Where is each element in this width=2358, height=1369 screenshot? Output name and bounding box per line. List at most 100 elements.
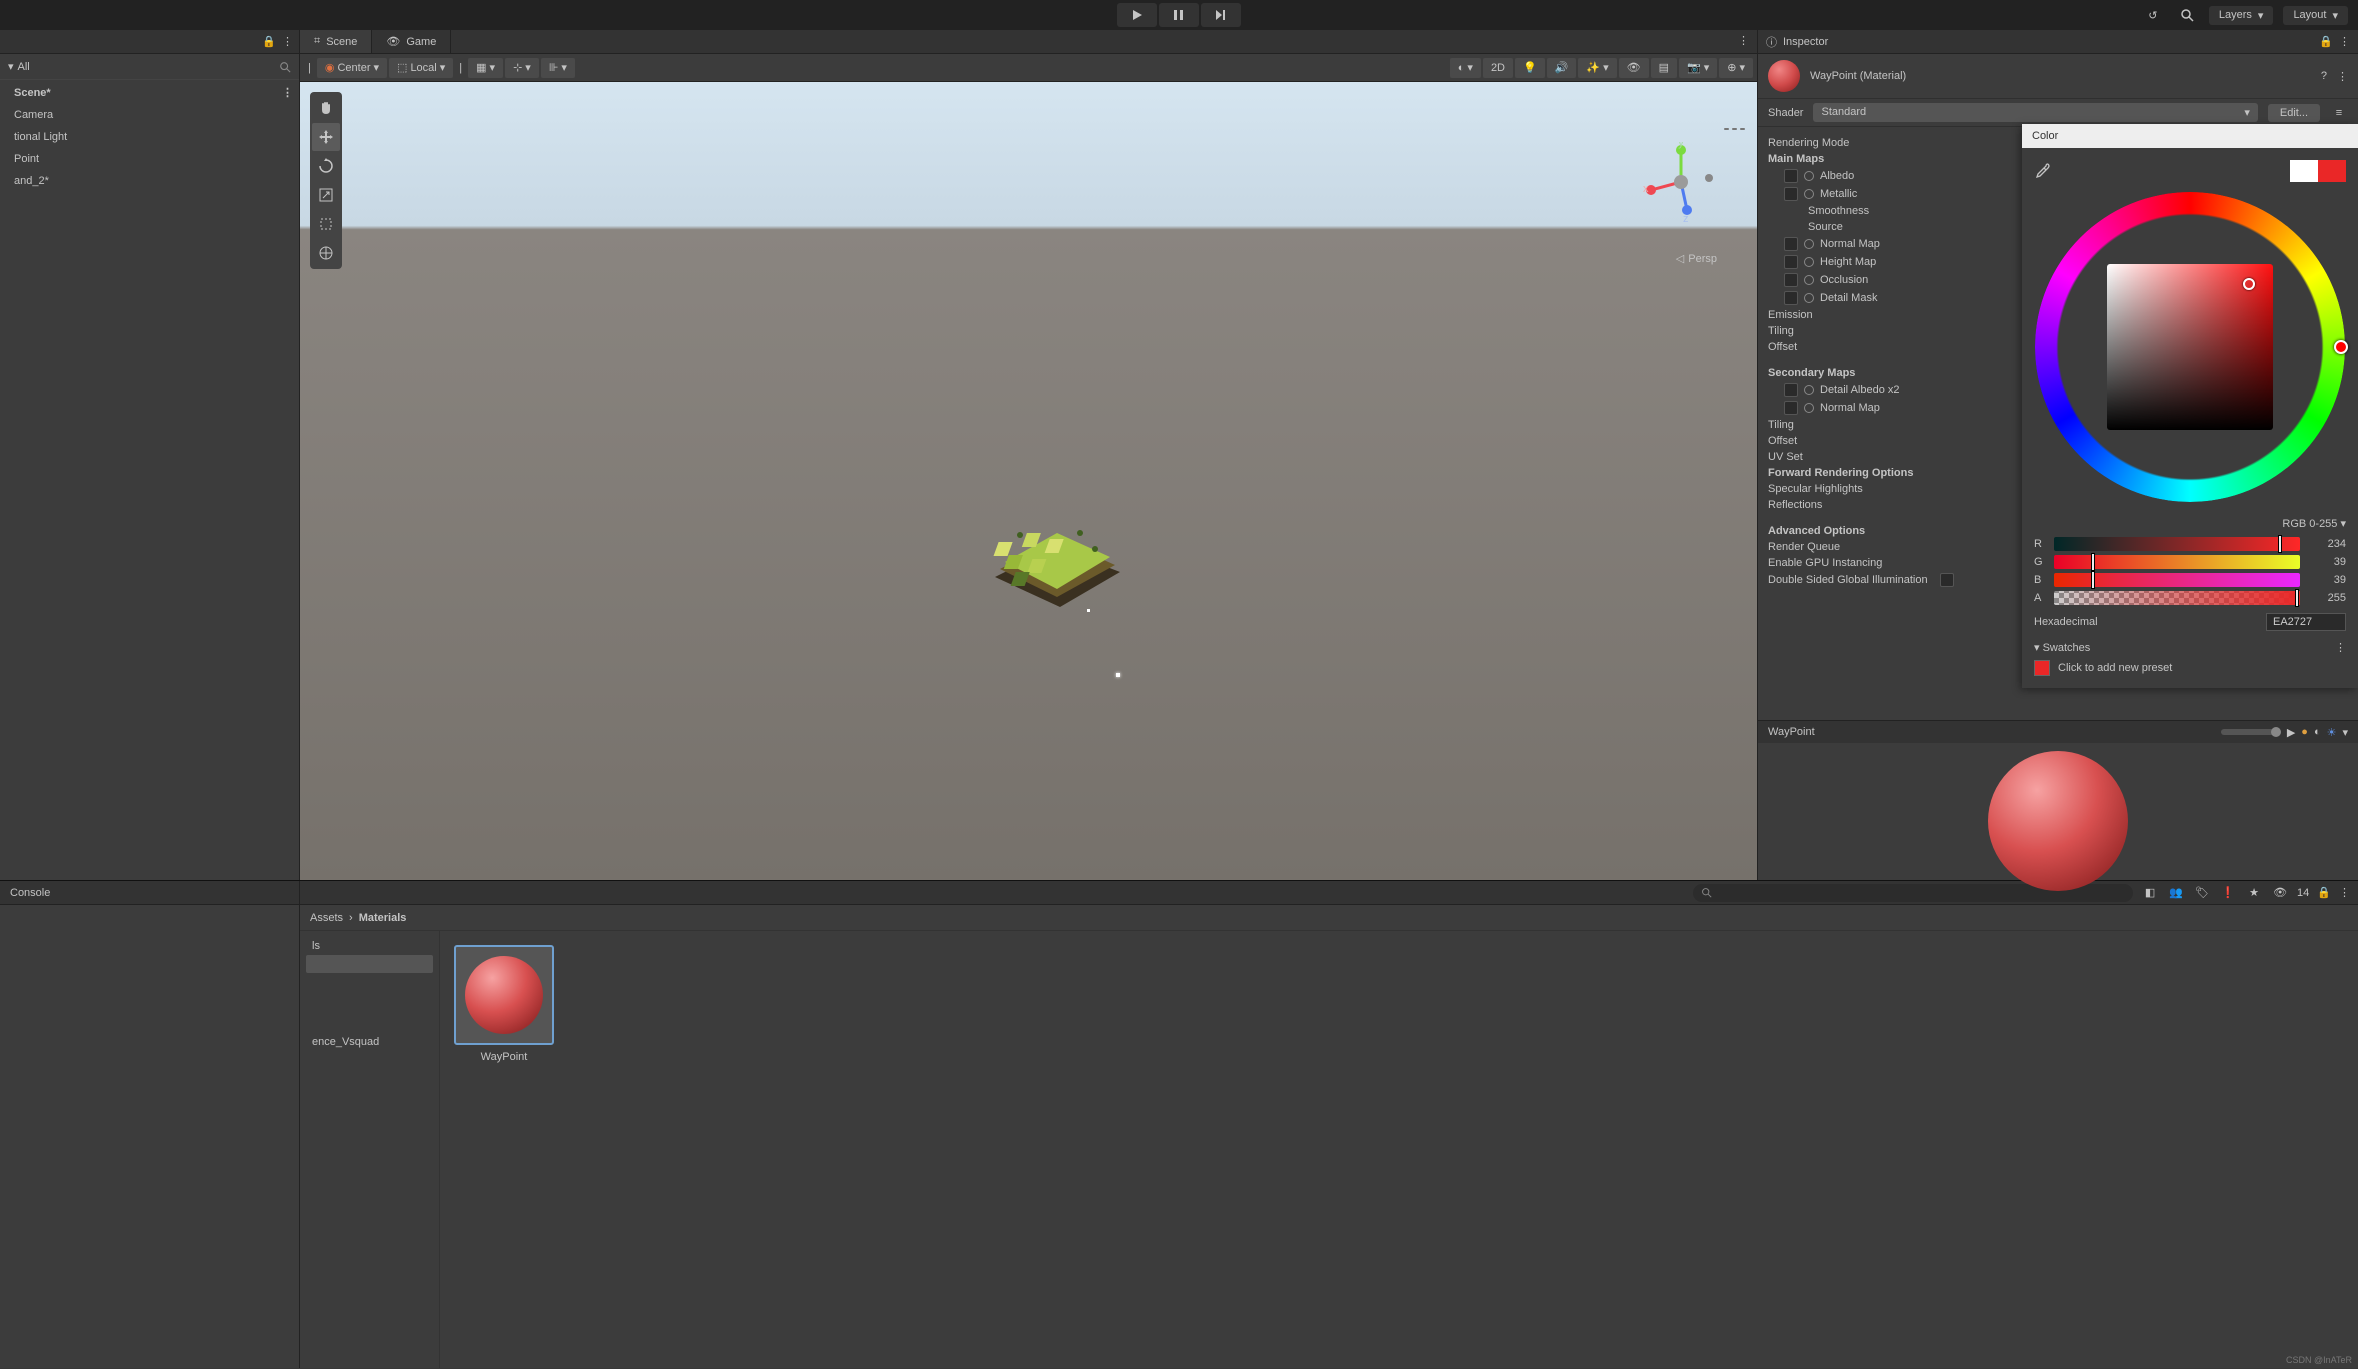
tiling2-row[interactable]: Tiling — [1768, 417, 2058, 433]
b-slider[interactable]: B 39 — [2034, 573, 2346, 587]
breadcrumb-item[interactable]: Assets — [310, 912, 343, 924]
transform-tool[interactable] — [312, 239, 340, 267]
hierarchy-item[interactable]: Camera — [0, 104, 299, 126]
sphere-icon[interactable]: ● — [2301, 726, 2308, 738]
checkbox[interactable] — [1940, 573, 1954, 587]
settings-icon[interactable]: ⋮ — [2337, 70, 2348, 83]
help-icon[interactable]: ? — [2321, 70, 2327, 82]
hidden-toggle[interactable]: 👁 — [1619, 58, 1649, 78]
step-button[interactable] — [1201, 3, 1241, 27]
gpu-instancing-row[interactable]: Enable GPU Instancing — [1768, 555, 2058, 571]
sv-cursor[interactable] — [2243, 278, 2255, 290]
lock-icon[interactable]: 🔒 — [2319, 35, 2333, 48]
folder-item[interactable]: ls — [306, 937, 433, 955]
draw-mode[interactable]: ◐▾ — [1450, 58, 1481, 78]
preview-sphere[interactable] — [1988, 751, 2128, 891]
2d-toggle[interactable]: 2D — [1483, 58, 1513, 78]
orientation-gizmo[interactable]: y x z — [1641, 142, 1721, 222]
preset-icon[interactable]: ≡ — [2330, 104, 2348, 122]
shader-dropdown[interactable]: Standard▾ — [1813, 103, 2257, 122]
fx-toggle[interactable]: ✨▾ — [1578, 58, 1616, 78]
albedo-row[interactable]: Albedo — [1768, 167, 2058, 185]
color-mode-dropdown[interactable]: RGB 0-255 ▾ — [2034, 514, 2346, 533]
filter-label-icon[interactable]: 🏷 — [2193, 884, 2211, 902]
filter-icon[interactable]: ◧ — [2141, 884, 2159, 902]
metallic-row[interactable]: Metallic — [1768, 185, 2058, 203]
offset2-row[interactable]: Offset — [1768, 433, 2058, 449]
texture-slot[interactable] — [1784, 169, 1798, 183]
grid-toggle[interactable]: ▦▾ — [468, 58, 503, 78]
point-light-gizmo[interactable] — [1116, 673, 1120, 677]
console-tab[interactable]: Console — [10, 887, 50, 899]
picker-icon[interactable] — [1804, 171, 1814, 181]
point-gizmo[interactable] — [1087, 609, 1090, 612]
wireframe-icon[interactable]: ◐ — [2314, 726, 2321, 738]
favorite-icon[interactable]: ★ — [2245, 884, 2263, 902]
menu-icon[interactable]: ⋮ — [2339, 35, 2350, 48]
color-wheel[interactable] — [2035, 192, 2345, 502]
layer-vis[interactable]: ▤ — [1651, 58, 1677, 78]
hue-cursor[interactable] — [2334, 340, 2348, 354]
reflections-row[interactable]: Reflections — [1768, 497, 2058, 513]
menu-icon[interactable]: ⋮ — [2335, 641, 2346, 654]
folder-item[interactable] — [306, 955, 433, 973]
filter-type-icon[interactable]: 👥 — [2167, 884, 2185, 902]
hierarchy-item[interactable]: tional Light — [0, 126, 299, 148]
audio-toggle[interactable]: 🔊 — [1547, 58, 1577, 78]
hierarchy-item[interactable]: Scene*⋮ — [0, 82, 299, 104]
hierarchy-item[interactable]: Point — [0, 148, 299, 170]
move-tool[interactable] — [312, 123, 340, 151]
undo-history-icon[interactable]: ↺ — [2141, 3, 2165, 27]
a-slider[interactable]: A 255 — [2034, 591, 2346, 605]
play-button[interactable] — [1117, 3, 1157, 27]
rect-tool[interactable] — [312, 210, 340, 238]
uvset-row[interactable]: UV Set — [1768, 449, 2058, 465]
normal-map-row[interactable]: Normal Map — [1768, 235, 2058, 253]
hierarchy-search[interactable]: ▾ All — [0, 54, 299, 80]
specular-row[interactable]: Specular Highlights — [1768, 481, 2058, 497]
asset-item[interactable]: WayPoint — [454, 945, 554, 1063]
scene-view[interactable]: y x z ◁Persp — [300, 82, 1757, 880]
height-map-row[interactable]: Height Map — [1768, 253, 2058, 271]
tab-game[interactable]: 👁 Game — [372, 30, 451, 53]
pivot-toggle[interactable]: ◉Center▾ — [317, 58, 387, 78]
add-preset-button[interactable]: Click to add new preset — [2034, 660, 2346, 676]
increment-snap[interactable]: ⊪▾ — [541, 58, 575, 78]
snap-toggle[interactable]: ⊹▾ — [505, 58, 539, 78]
lock-icon[interactable]: 🔒 — [262, 35, 276, 48]
emission-row[interactable]: Emission — [1768, 307, 2058, 323]
layout-dropdown[interactable]: Layout▾ — [2283, 6, 2348, 25]
play-preview-icon[interactable]: ▶ — [2287, 726, 2295, 739]
double-sided-row[interactable]: Double Sided Global Illumination — [1768, 571, 2058, 589]
camera-settings[interactable]: 📷▾ — [1679, 58, 1717, 78]
hidden-icon[interactable]: 👁 — [2271, 884, 2289, 902]
foldout-icon[interactable]: ▾ — [2034, 642, 2040, 654]
detail-mask-row[interactable]: Detail Mask — [1768, 289, 2058, 307]
smoothness-row[interactable]: Smoothness — [1768, 203, 2058, 219]
scale-tool[interactable] — [312, 181, 340, 209]
rotate-tool[interactable] — [312, 152, 340, 180]
search-icon[interactable] — [2175, 3, 2199, 27]
menu-icon[interactable]: ⋮ — [1730, 30, 1757, 53]
tab-scene[interactable]: ⌗ Scene — [300, 30, 372, 53]
layers-dropdown[interactable]: Layers▾ — [2209, 6, 2274, 25]
menu-icon[interactable]: ⋮ — [282, 35, 293, 48]
source-row[interactable]: Source — [1768, 219, 2058, 235]
perspective-label[interactable]: ◁Persp — [1676, 250, 1717, 265]
g-slider[interactable]: G 39 — [2034, 555, 2346, 569]
menu-icon[interactable]: ⋮ — [2339, 886, 2350, 899]
asset-thumbnail[interactable] — [454, 945, 554, 1045]
offset-row[interactable]: Offset — [1768, 339, 2058, 355]
render-queue-row[interactable]: Render Queue — [1768, 539, 2058, 555]
breadcrumb[interactable]: Assets › Materials — [300, 905, 2358, 931]
lighting-toggle[interactable]: 💡 — [1515, 58, 1545, 78]
preview-slider[interactable] — [2221, 729, 2281, 735]
hex-input[interactable] — [2266, 613, 2346, 631]
hand-tool[interactable] — [312, 94, 340, 122]
eyedropper-icon[interactable] — [2034, 162, 2052, 180]
r-slider[interactable]: R 234 — [2034, 537, 2346, 551]
space-toggle[interactable]: ⬚Local▾ — [389, 58, 453, 78]
breadcrumb-item[interactable]: Materials — [359, 912, 407, 924]
scene-terrain-object[interactable] — [985, 497, 1130, 617]
lock-icon[interactable]: 🔒 — [2317, 886, 2331, 899]
